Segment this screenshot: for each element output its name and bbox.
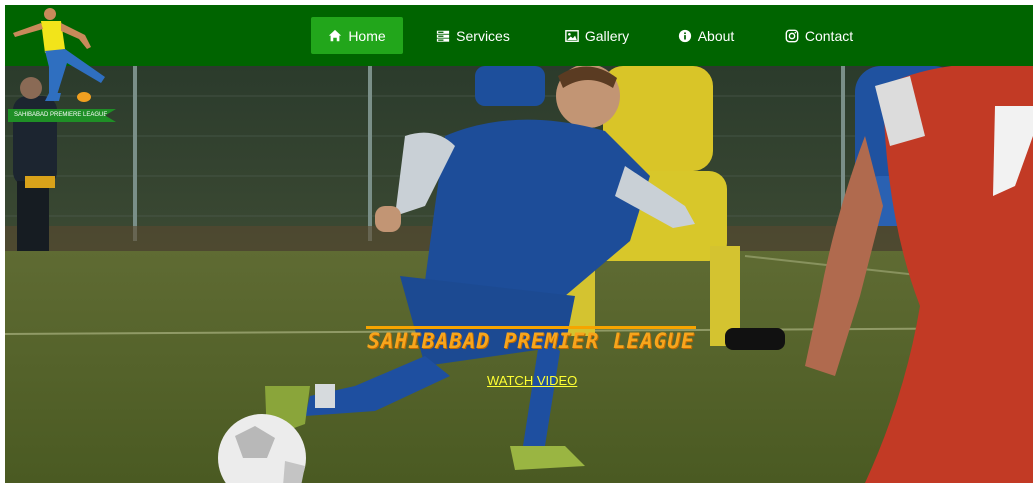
nav-gallery-label: Gallery xyxy=(584,27,630,44)
nav-menu: Home Services Gallery About Contact xyxy=(311,17,877,54)
page-frame: SAHIBABAD PREMIER LEAGUE WATCH VIDEO Hom… xyxy=(5,5,1033,483)
nav-home-label: Home xyxy=(348,27,386,44)
hero-title: SAHIBABAD PREMIER LEAGUE xyxy=(367,329,695,353)
nav-home[interactable]: Home xyxy=(311,17,403,54)
nav-gallery[interactable]: Gallery xyxy=(543,17,651,54)
server-icon xyxy=(436,29,450,43)
nav-services[interactable]: Services xyxy=(403,17,543,54)
nav-contact-label: Contact xyxy=(804,27,854,44)
footballer-logo-icon xyxy=(13,8,105,102)
nav-services-label: Services xyxy=(456,27,510,44)
logo-banner: SAHIBABAD PREMIERE LEAGUE xyxy=(8,109,116,122)
home-icon xyxy=(328,29,342,43)
hero-section: SAHIBABAD PREMIER LEAGUE WATCH VIDEO xyxy=(5,66,1033,483)
nav-contact[interactable]: Contact xyxy=(761,17,877,54)
watch-video-link[interactable]: WATCH VIDEO xyxy=(487,373,577,388)
image-icon xyxy=(564,29,579,43)
navbar: Home Services Gallery About Contact xyxy=(5,5,1033,66)
info-icon xyxy=(678,29,692,43)
nav-about-label: About xyxy=(697,27,735,44)
nav-about[interactable]: About xyxy=(651,17,761,54)
logo[interactable]: SAHIBABAD PREMIERE LEAGUE xyxy=(5,5,125,127)
instagram-icon xyxy=(785,29,799,43)
hero-background-photo xyxy=(5,66,1033,483)
